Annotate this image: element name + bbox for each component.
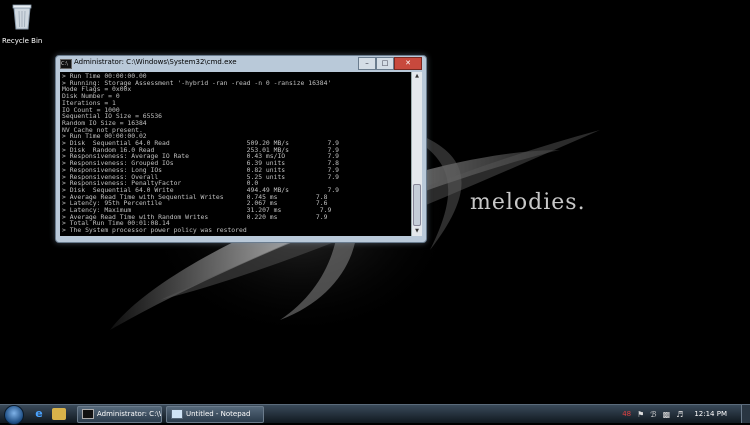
tray-badge[interactable]: 48: [622, 410, 631, 418]
action-center-flag-icon[interactable]: ⚑: [637, 410, 644, 419]
show-desktop-button[interactable]: [741, 405, 750, 423]
recycle-bin-shortcut[interactable]: Recycle Bin: [2, 2, 42, 45]
notepad-icon: [171, 409, 183, 419]
scrollbar-thumb[interactable]: [413, 184, 421, 226]
start-button[interactable]: [4, 405, 24, 425]
bluetooth-icon[interactable]: ℬ: [650, 410, 656, 419]
console-text: > Run Time 00:00:00.00 > Running: Storag…: [60, 72, 412, 235]
cmd-icon: [82, 409, 94, 419]
clock[interactable]: 12:14 PM: [694, 410, 727, 418]
volume-icon[interactable]: ♬: [676, 410, 683, 419]
taskbar-item-cmd[interactable]: Administrator: C:\Wi...: [77, 406, 162, 423]
maximize-button[interactable]: □: [376, 57, 394, 70]
cmd-window-title: Administrator: C:\Windows\System32\cmd.e…: [74, 58, 237, 66]
console-output[interactable]: > Run Time 00:00:00.00 > Running: Storag…: [60, 72, 412, 236]
scroll-down-arrow-icon[interactable]: ▼: [412, 227, 422, 236]
close-button[interactable]: ✕: [394, 57, 422, 70]
cmd-app-icon[interactable]: C:\: [60, 59, 72, 69]
minimize-button[interactable]: –: [358, 57, 376, 70]
window-controls: – □ ✕: [358, 57, 422, 70]
wallpaper-text: melodies.: [470, 190, 586, 215]
taskbar-item-notepad[interactable]: Untitled - Notepad: [166, 406, 264, 423]
cmd-titlebar[interactable]: C:\ Administrator: C:\Windows\System32\c…: [56, 56, 426, 71]
taskbar: e Administrator: C:\Wi... Untitled - Not…: [0, 404, 750, 425]
recycle-bin-icon: [12, 4, 32, 30]
taskbar-item-label: Administrator: C:\Wi...: [97, 410, 161, 418]
scroll-up-arrow-icon[interactable]: ▲: [412, 72, 422, 81]
internet-explorer-icon[interactable]: e: [32, 408, 46, 420]
system-tray: 48 ⚑ ℬ ▩ ♬ 12:14 PM: [619, 405, 750, 423]
vertical-scrollbar[interactable]: ▲ ▼: [411, 72, 422, 236]
taskbar-item-label: Untitled - Notepad: [186, 410, 251, 418]
network-icon[interactable]: ▩: [663, 410, 671, 419]
windows-explorer-icon[interactable]: [52, 408, 66, 420]
console-line: > The System processor power policy was …: [62, 226, 247, 235]
recycle-bin-label: Recycle Bin: [2, 37, 43, 45]
cmd-window[interactable]: C:\ Administrator: C:\Windows\System32\c…: [55, 55, 427, 243]
